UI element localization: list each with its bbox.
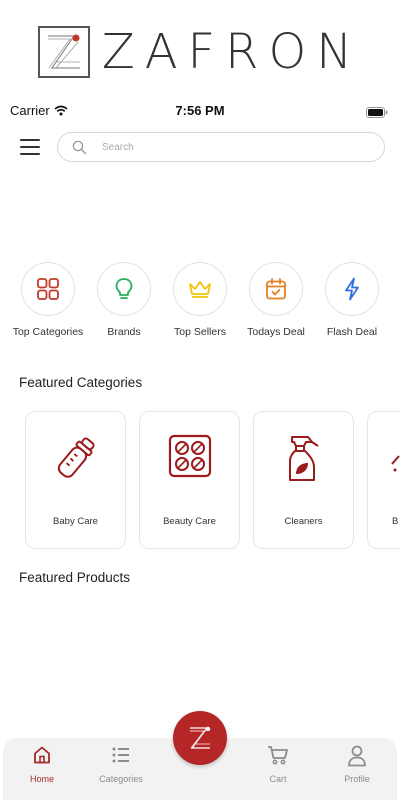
nav-label: Profile xyxy=(344,774,370,784)
nav-cart[interactable]: Cart xyxy=(239,738,317,800)
home-icon xyxy=(34,746,50,764)
user-icon xyxy=(348,745,366,767)
quick-action-label: Brands xyxy=(107,326,141,338)
quick-action-circle xyxy=(249,262,303,316)
featured-categories-title: Featured Categories xyxy=(19,375,143,390)
category-icon-wrap xyxy=(140,434,239,478)
quick-action-top-categories[interactable]: Top Categories xyxy=(10,262,86,338)
nav-label: Categories xyxy=(99,774,143,784)
featured-products-title: Featured Products xyxy=(19,570,131,585)
grid-icon xyxy=(37,278,59,300)
app-top-bar xyxy=(0,130,400,166)
palette-icon xyxy=(168,434,211,478)
baby-bottle-icon xyxy=(57,437,95,478)
category-label: Baby Care xyxy=(53,516,98,527)
quick-action-flash-deal[interactable]: Flash Deal xyxy=(314,262,390,338)
list-icon xyxy=(112,747,129,763)
calendar-check-icon xyxy=(266,278,286,300)
nav-icon-wrap xyxy=(318,745,396,767)
category-label: Beauty Care xyxy=(163,516,216,527)
brand-header: ZAFRON xyxy=(0,22,400,82)
hamburger-menu-icon[interactable] xyxy=(20,139,40,155)
quick-action-circle xyxy=(325,262,379,316)
quick-action-circle xyxy=(21,262,75,316)
quick-action-top-sellers[interactable]: Top Sellers xyxy=(162,262,238,338)
quick-action-label: Top Sellers xyxy=(174,326,226,338)
lightbulb-icon xyxy=(115,278,133,299)
battery-icon xyxy=(366,105,388,123)
quick-action-label: Top Categories xyxy=(12,326,84,338)
category-label: B xyxy=(392,516,399,527)
status-bar: Carrier 7:56 PM xyxy=(0,100,400,122)
category-icon-wrap xyxy=(368,434,400,482)
search-input[interactable] xyxy=(102,138,372,156)
quick-actions: Top Categories Brands Top Sellers Todays… xyxy=(0,262,400,338)
category-card-baby-care[interactable]: Baby Care xyxy=(25,411,126,549)
category-card-cleaners[interactable]: Cleaners xyxy=(253,411,354,549)
quick-action-brands[interactable]: Brands xyxy=(86,262,162,338)
nav-label: Cart xyxy=(269,774,287,784)
quick-action-circle xyxy=(173,262,227,316)
quick-action-circle xyxy=(97,262,151,316)
status-time: 7:56 PM xyxy=(175,103,225,118)
partial-icon xyxy=(391,455,400,472)
category-icon-wrap xyxy=(26,434,125,482)
crown-icon xyxy=(189,281,211,298)
nav-categories[interactable]: Categories xyxy=(82,738,160,800)
featured-categories-row[interactable]: Baby Care Beauty Care Cleaners B xyxy=(25,411,400,549)
nav-home[interactable]: Home xyxy=(3,738,81,800)
brand-name: ZAFRON xyxy=(101,24,363,80)
category-icon-wrap xyxy=(254,434,353,484)
cart-icon xyxy=(268,746,288,765)
brand-logo-mark xyxy=(37,26,90,78)
lightning-icon xyxy=(345,277,359,301)
spray-bottle-icon xyxy=(288,436,319,481)
nav-icon-wrap xyxy=(239,745,317,765)
category-label: Cleaners xyxy=(284,516,323,527)
quick-action-label: Flash Deal xyxy=(326,326,378,338)
quick-action-label: Todays Deal xyxy=(247,326,305,338)
category-card-partial[interactable]: B xyxy=(367,411,400,549)
quick-action-todays-deal[interactable]: Todays Deal xyxy=(238,262,314,338)
nav-icon-wrap xyxy=(3,745,81,765)
nav-icon-wrap xyxy=(82,745,160,765)
search-bar[interactable] xyxy=(57,132,385,162)
category-card-beauty-care[interactable]: Beauty Care xyxy=(139,411,240,549)
search-icon xyxy=(72,140,87,155)
center-logo-button[interactable] xyxy=(173,711,227,765)
nav-label: Home xyxy=(29,774,54,784)
nav-profile[interactable]: Profile xyxy=(318,738,396,800)
zafron-logo-icon xyxy=(190,726,211,749)
